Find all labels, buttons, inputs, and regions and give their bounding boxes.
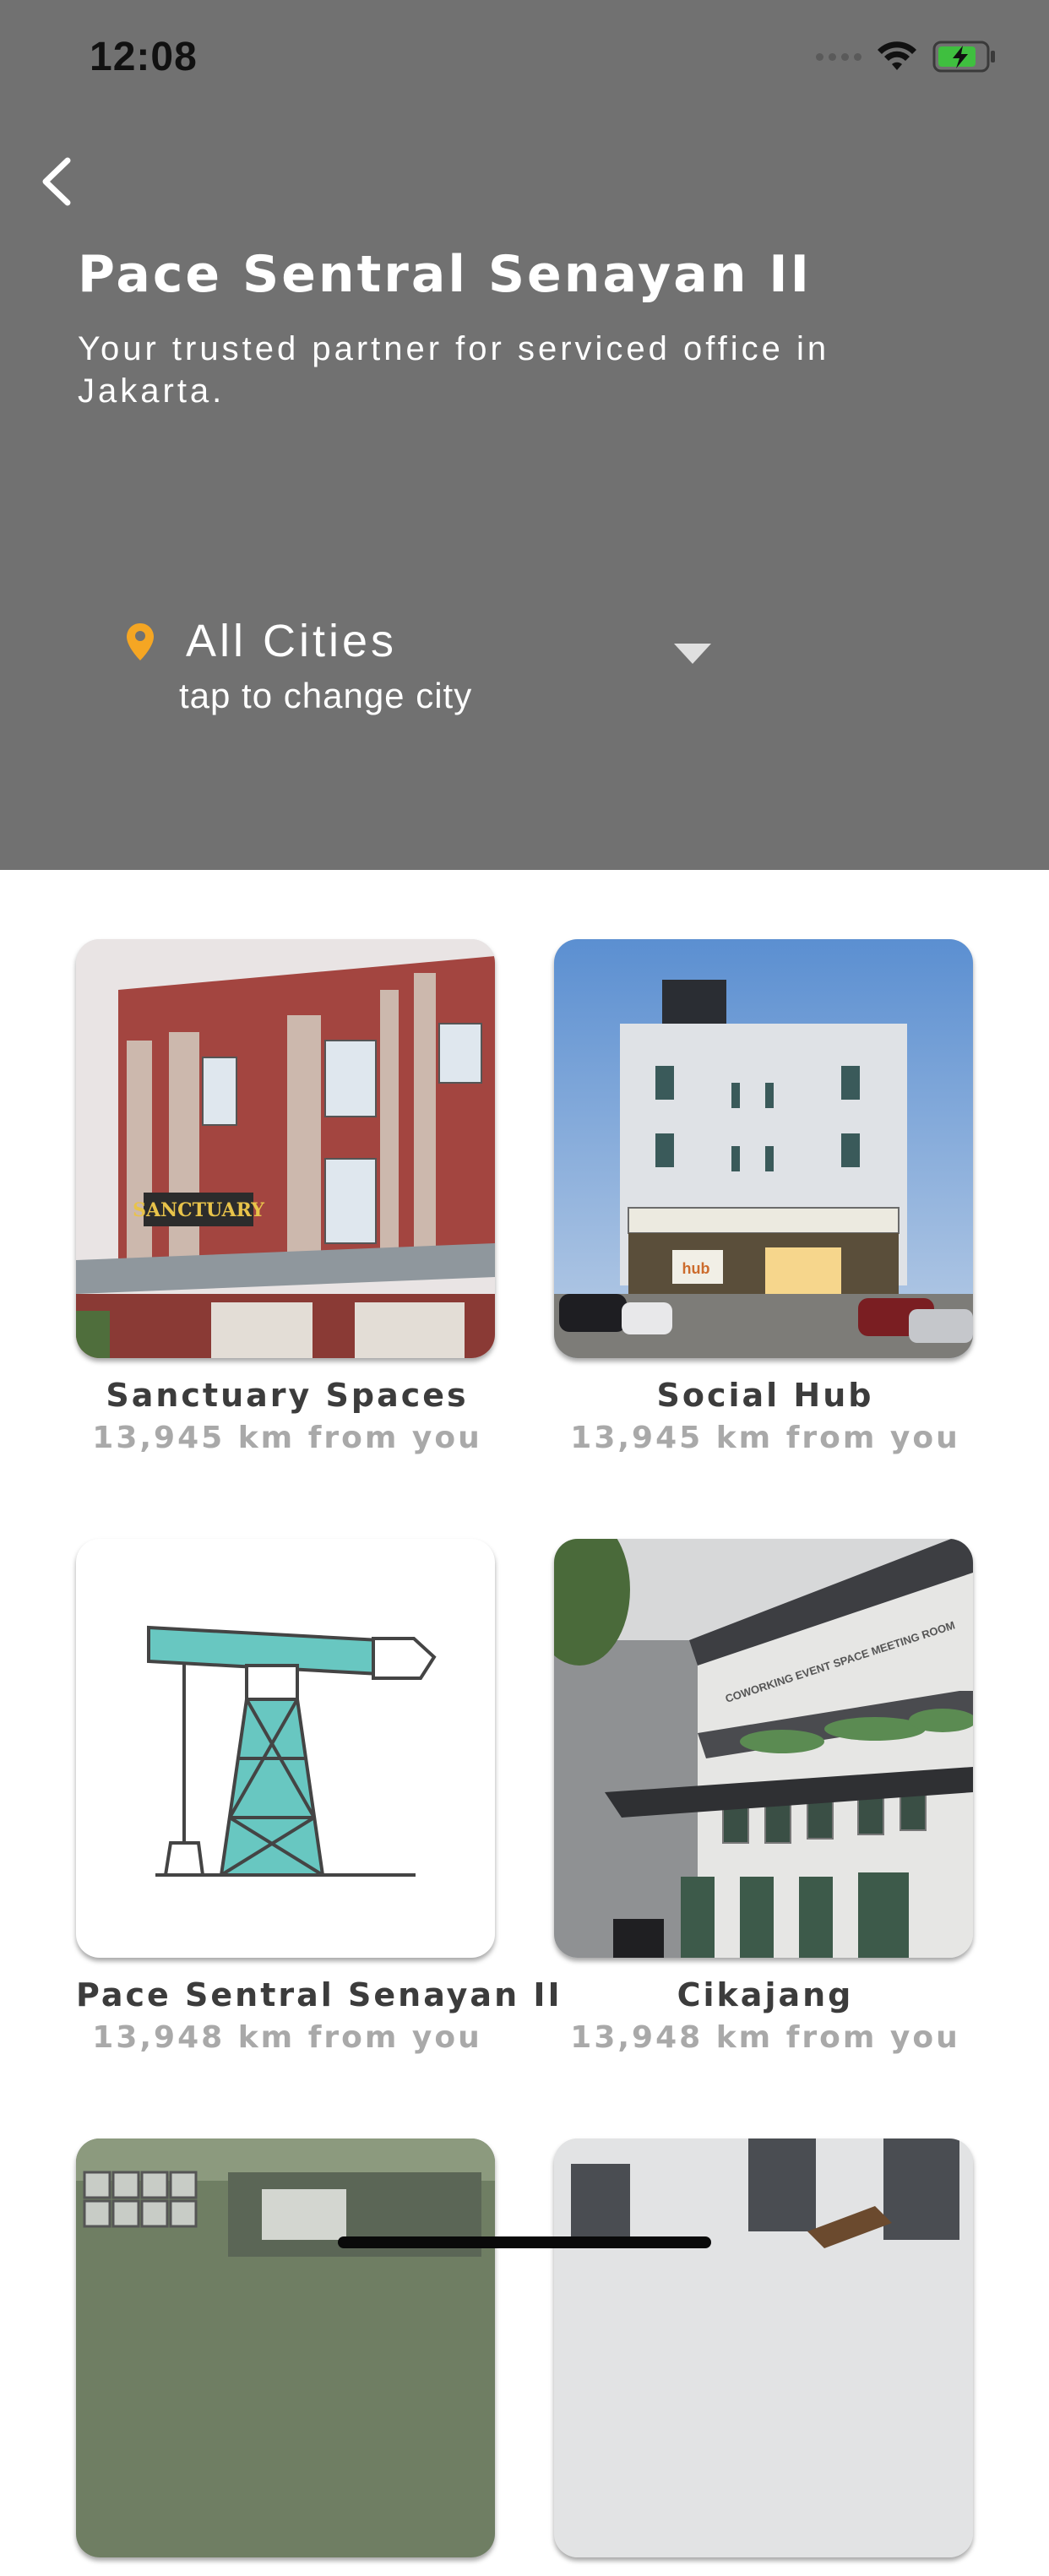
- city-hint: tap to change city: [179, 676, 473, 715]
- space-name: Sanctuary Spaces: [106, 1377, 469, 1414]
- space-name: Cikajang: [677, 1976, 854, 2014]
- space-card-social-hub[interactable]: hub Social Hub 13,945 km from you: [554, 939, 976, 1455]
- oil-pump-icon: [147, 1625, 437, 1877]
- space-photo: SANCTUARY: [76, 939, 495, 1358]
- space-card-partial-right[interactable]: [554, 2139, 976, 2576]
- space-name: Social Hub: [656, 1377, 874, 1414]
- back-arrow-icon[interactable]: [34, 152, 84, 211]
- city-name: All Cities: [186, 616, 398, 666]
- signal-icon: [816, 52, 861, 61]
- space-distance: 13,948 km from you: [570, 2020, 960, 2055]
- space-photo: COWORKING EVENT SPACE MEETING ROOM: [554, 1539, 973, 1958]
- status-time: 12:08: [90, 35, 198, 79]
- space-distance: 13,945 km from you: [570, 1421, 960, 1455]
- space-photo: [554, 2139, 973, 2557]
- chevron-down-icon: [674, 644, 711, 664]
- space-photo: [76, 1539, 495, 1958]
- hub-sign: hub: [682, 1260, 710, 1277]
- space-photo: hub: [554, 939, 973, 1358]
- space-distance: 13,948 km from you: [92, 2020, 482, 2055]
- status-icons: [816, 37, 997, 76]
- sanctuary-sign: SANCTUARY: [133, 1199, 264, 1221]
- space-card-sanctuary[interactable]: SANCTUARY Sanctuary Spaces 13,945 km fro…: [76, 939, 498, 1455]
- wifi-icon: [878, 41, 916, 70]
- home-indicator: [338, 2236, 711, 2248]
- space-card-pace-sentral[interactable]: Pace Sentral Senayan II 13,948 km from y…: [76, 1539, 563, 2055]
- location-pin-icon: [127, 623, 154, 660]
- city-selector[interactable]: All Cities tap to change city: [118, 608, 726, 726]
- header-banner: 12:08 Pace Sentral Senayan II Your trust…: [0, 0, 1049, 870]
- battery-icon: [932, 41, 995, 73]
- space-distance: 13,945 km from you: [92, 1421, 482, 1455]
- space-name: Pace Sentral Senayan II: [76, 1976, 563, 2014]
- page-title: Pace Sentral Senayan II: [78, 245, 812, 304]
- space-photo: [76, 2139, 495, 2557]
- page-subtitle: Your trusted partner for serviced office…: [78, 330, 830, 410]
- space-card-partial-left[interactable]: [76, 2139, 498, 2576]
- space-card-cikajang[interactable]: COWORKING EVENT SPACE MEETING ROOM Cikaj…: [554, 1539, 976, 2055]
